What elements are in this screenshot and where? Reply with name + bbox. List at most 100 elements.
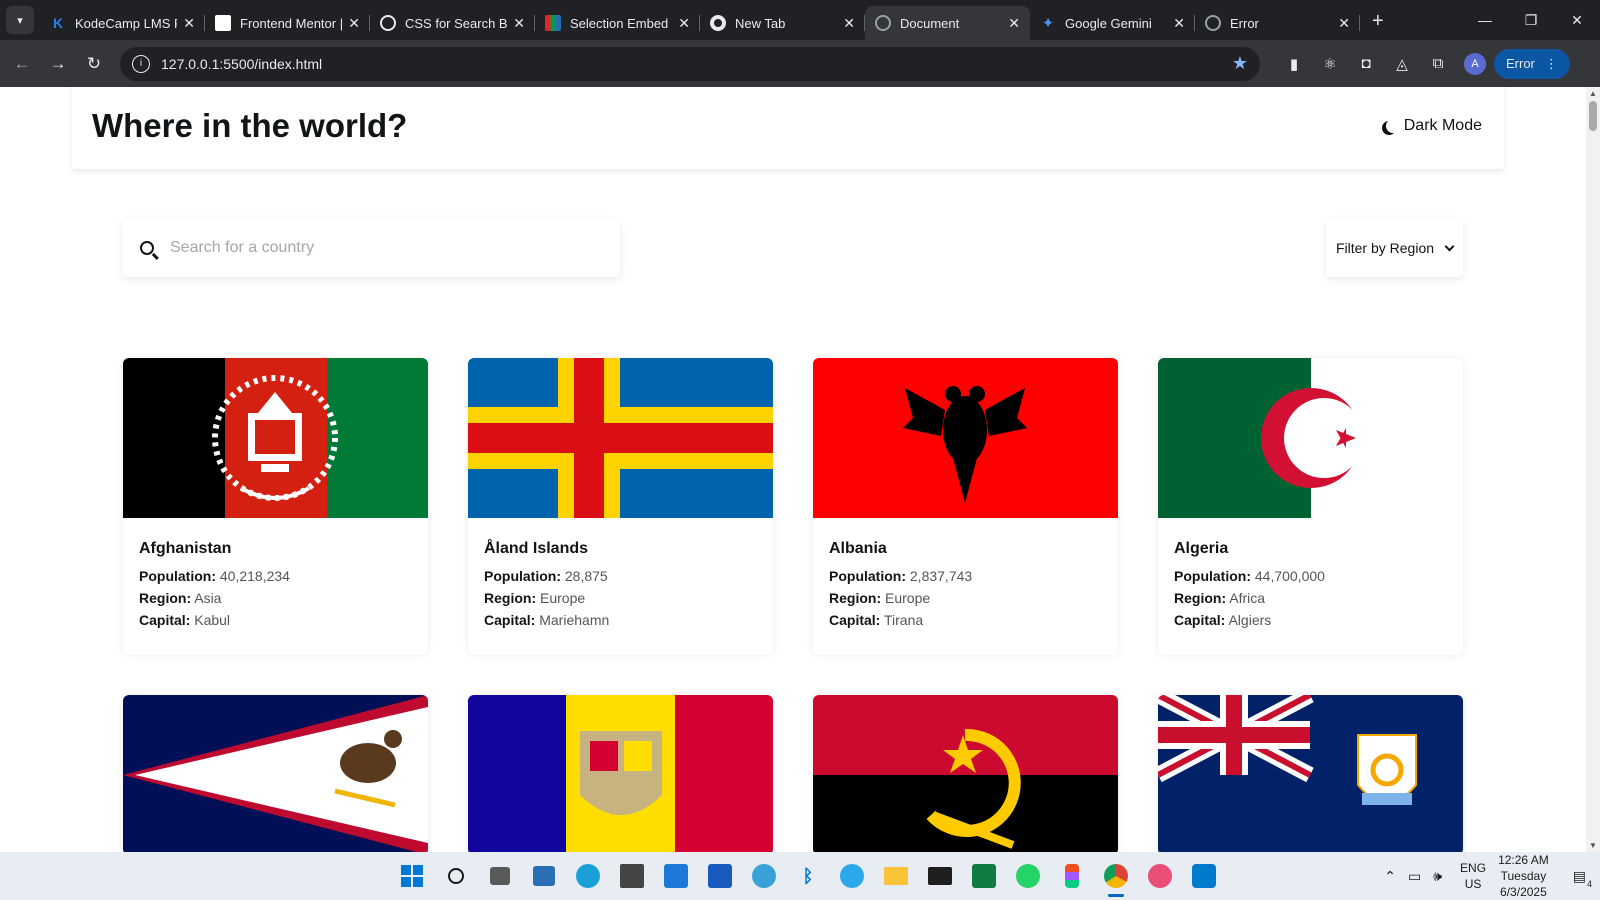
- country-name: Åland Islands: [484, 540, 589, 557]
- country-card[interactable]: Åland Islands Population: 28,875 Region:…: [468, 358, 773, 655]
- battery-icon[interactable]: ▭: [1408, 868, 1421, 885]
- tab-title: New Tab: [735, 15, 786, 31]
- gemini-icon: ✦: [1041, 15, 1055, 32]
- figma-icon[interactable]: [1050, 852, 1094, 900]
- country-card[interactable]: [123, 695, 428, 852]
- paint-icon[interactable]: [1138, 852, 1182, 900]
- region-label: Region:: [484, 590, 537, 606]
- search-icon: [140, 241, 154, 255]
- capital-row: Capital: Algiers: [1174, 612, 1447, 628]
- site-info-icon[interactable]: i: [132, 54, 150, 73]
- excel-icon[interactable]: [962, 852, 1006, 900]
- browser-tab[interactable]: ✦ Google Gemini ✕: [1030, 6, 1195, 40]
- globe-icon: [1205, 15, 1221, 31]
- file-explorer-icon[interactable]: [874, 852, 918, 900]
- telegram-icon[interactable]: [830, 852, 874, 900]
- chevron-up-icon[interactable]: ⌃: [1384, 868, 1396, 885]
- country-card[interactable]: Algeria Population: 44,700,000 Region: A…: [1158, 358, 1463, 655]
- close-icon[interactable]: ✕: [1008, 15, 1020, 32]
- country-name: Albania: [829, 540, 887, 557]
- browser-tab[interactable]: CSS for Search Bu ✕: [370, 6, 535, 40]
- edge-icon[interactable]: [566, 852, 610, 900]
- maps-icon[interactable]: [742, 852, 786, 900]
- chrome-icon[interactable]: [1094, 852, 1138, 900]
- minimize-icon[interactable]: —: [1462, 12, 1508, 28]
- moon-icon: [1386, 119, 1400, 133]
- forward-icon[interactable]: →: [40, 54, 76, 74]
- dark-mode-toggle[interactable]: Dark Mode: [1382, 117, 1482, 135]
- browser-toolbar: ← → ↻ i 127.0.0.1:5500/index.html ★ ▮ ⚛ …: [0, 40, 1600, 87]
- task-view-icon[interactable]: [478, 852, 522, 900]
- word-icon[interactable]: [698, 852, 742, 900]
- new-tab-button[interactable]: +: [1372, 10, 1384, 33]
- language-indicator[interactable]: ENG US: [1460, 860, 1486, 892]
- scroll-down-icon[interactable]: ▼: [1589, 841, 1597, 850]
- clock[interactable]: 12:26 AM Tuesday 6/3/2025: [1498, 852, 1549, 900]
- country-card[interactable]: Albania Population: 2,837,743 Region: Eu…: [813, 358, 1118, 655]
- search-box: [122, 219, 620, 277]
- address-bar[interactable]: i 127.0.0.1:5500/index.html ★: [120, 46, 1260, 81]
- browser-tab[interactable]: New Tab ✕: [700, 6, 865, 40]
- scroll-up-icon[interactable]: ▲: [1589, 89, 1597, 98]
- bookmark-star-icon[interactable]: ★: [1232, 53, 1248, 74]
- extension-icon[interactable]: ◬: [1384, 55, 1420, 73]
- taskbar-pinned-apps: ᛒ: [390, 852, 1226, 900]
- tab-title: CSS for Search Bu: [405, 15, 508, 31]
- search-icon[interactable]: [434, 852, 478, 900]
- close-icon[interactable]: ✕: [348, 15, 360, 32]
- reload-icon[interactable]: ↻: [76, 54, 112, 74]
- browser-tab[interactable]: K KodeCamp LMS Pl ✕: [40, 6, 205, 40]
- page-scrollbar[interactable]: ▲ ▼: [1586, 87, 1600, 852]
- page-title: Where in the world?: [92, 107, 408, 144]
- language-code: ENG: [1460, 861, 1487, 875]
- restore-icon[interactable]: ❐: [1508, 12, 1554, 29]
- country-card[interactable]: Afghanistan Population: 40,218,234 Regio…: [123, 358, 428, 655]
- country-card[interactable]: [1158, 695, 1463, 852]
- search-input[interactable]: [170, 239, 570, 257]
- profile-avatar[interactable]: A: [1464, 52, 1486, 75]
- capital-value: Algiers: [1228, 612, 1272, 628]
- browser-tab[interactable]: Selection Embed C ✕: [535, 6, 700, 40]
- region-filter-select[interactable]: Filter by Region: [1326, 219, 1463, 277]
- terminal-icon[interactable]: [918, 852, 962, 900]
- close-icon[interactable]: ✕: [1338, 15, 1350, 32]
- population-value: 2,837,743: [909, 568, 973, 584]
- url-text: 127.0.0.1:5500/index.html: [161, 55, 323, 72]
- puzzle-icon[interactable]: ⧉: [1420, 55, 1456, 72]
- notification-icon[interactable]: ▤ 4: [1573, 868, 1592, 889]
- algeria-flag: [1158, 358, 1463, 518]
- population-row: Population: 44,700,000: [1174, 568, 1447, 584]
- tab-title: KodeCamp LMS Pl: [75, 15, 178, 31]
- start-icon[interactable]: [390, 852, 434, 900]
- close-icon[interactable]: ✕: [843, 15, 855, 32]
- close-icon[interactable]: ✕: [183, 15, 195, 32]
- browser-tab[interactable]: Frontend Mentor | ✕: [205, 6, 370, 40]
- close-icon[interactable]: ✕: [513, 15, 525, 32]
- country-card[interactable]: [468, 695, 773, 852]
- country-card[interactable]: [813, 695, 1118, 852]
- volume-icon[interactable]: 🕪: [1433, 868, 1442, 885]
- close-icon[interactable]: ✕: [1173, 15, 1185, 32]
- screenshot-icon[interactable]: ◘: [1348, 55, 1384, 72]
- capital-row: Capital: Tirana: [829, 612, 1102, 628]
- reading-list-icon[interactable]: ▮: [1276, 55, 1312, 73]
- browser-tab-active[interactable]: Document ✕: [865, 6, 1030, 40]
- region-value: Africa: [1229, 590, 1266, 606]
- error-button[interactable]: Error ⋮: [1494, 48, 1570, 79]
- latex-editor-icon[interactable]: [610, 852, 654, 900]
- close-window-icon[interactable]: ✕: [1554, 12, 1600, 29]
- vscode-icon[interactable]: [1182, 852, 1226, 900]
- tab-search-button[interactable]: ▾: [6, 6, 34, 34]
- close-icon[interactable]: ✕: [678, 15, 690, 32]
- scrollbar-thumb[interactable]: [1589, 101, 1597, 131]
- extension-react-icon[interactable]: ⚛: [1312, 55, 1348, 73]
- globe-icon: [875, 15, 891, 31]
- back-icon[interactable]: ←: [4, 54, 40, 74]
- region-label: Region:: [139, 590, 192, 606]
- microsoft-store-icon[interactable]: [654, 852, 698, 900]
- browser-tab[interactable]: Error ✕: [1195, 6, 1360, 40]
- whatsapp-icon[interactable]: [1006, 852, 1050, 900]
- widgets-icon[interactable]: [522, 852, 566, 900]
- bluetooth-icon[interactable]: ᛒ: [786, 852, 830, 900]
- region-value: Europe: [540, 590, 586, 606]
